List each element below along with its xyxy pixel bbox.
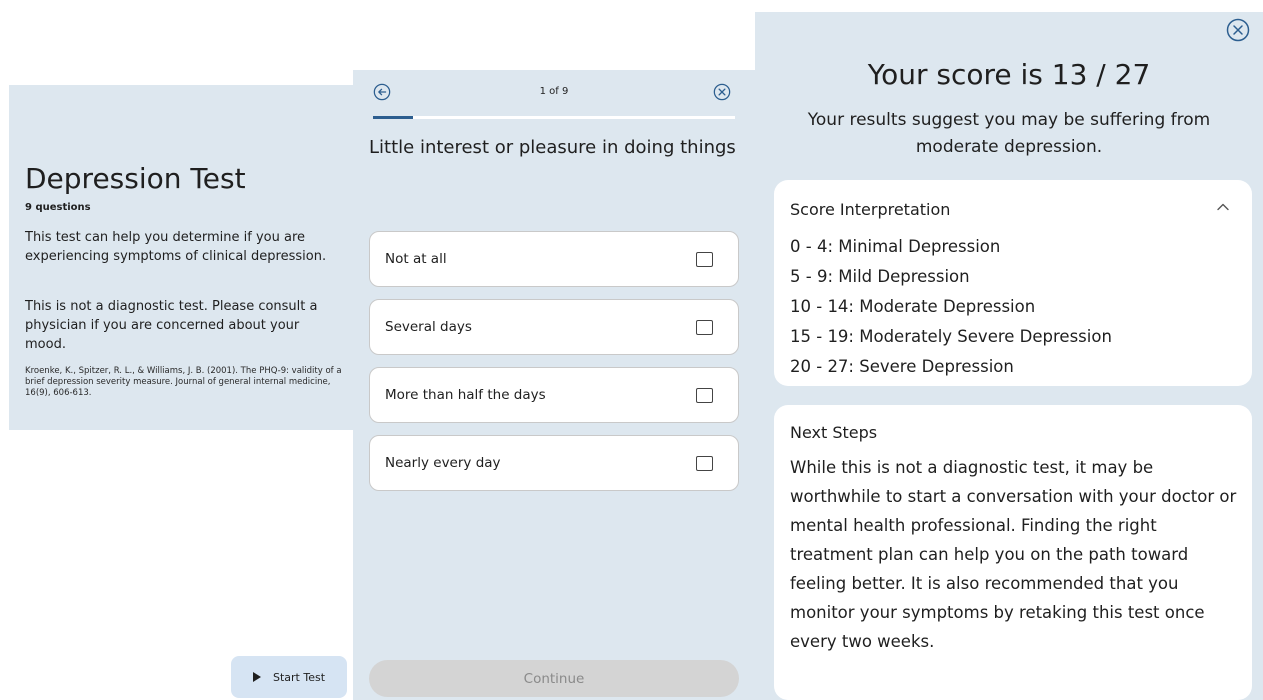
option-several-days[interactable]: Several days — [369, 299, 739, 355]
option-label: Nearly every day — [385, 455, 501, 471]
option-more-than-half[interactable]: More than half the days — [369, 367, 739, 423]
interpretation-list: 0 - 4: Minimal Depression 5 - 9: Mild De… — [790, 232, 1112, 382]
start-test-button[interactable]: Start Test — [231, 656, 347, 698]
interpretation-item: 20 - 27: Severe Depression — [790, 357, 1014, 376]
play-icon — [252, 672, 261, 682]
score-summary: Your results suggest you may be sufferin… — [807, 110, 1211, 157]
question-text: Little interest or pleasure in doing thi… — [369, 137, 736, 158]
interpretation-item: 5 - 9: Mild Depression — [790, 267, 970, 286]
next-steps-text: While this is not a diagnostic test, it … — [790, 458, 1237, 651]
checkbox[interactable] — [696, 251, 713, 267]
start-test-label: Start Test — [272, 670, 326, 684]
interpretation-item: 0 - 4: Minimal Depression — [790, 237, 1001, 256]
progress-fill — [373, 116, 414, 119]
question-count: 9 questions — [25, 202, 91, 213]
score-interpretation-title: Score Interpretation — [790, 200, 951, 219]
score-interpretation-card: Score Interpretation 0 - 4: Minimal Depr… — [774, 180, 1252, 386]
close-icon[interactable] — [713, 83, 731, 101]
intro-citation: Kroenke, K., Spitzer, R. L., & Williams,… — [25, 366, 342, 398]
next-steps-title: Next Steps — [790, 423, 878, 442]
close-icon[interactable] — [1226, 18, 1250, 42]
option-label: Not at all — [385, 251, 447, 267]
chevron-up-icon[interactable] — [1216, 202, 1230, 212]
checkbox[interactable] — [696, 387, 713, 403]
interpretation-item: 15 - 19: Moderately Severe Depression — [790, 327, 1112, 346]
progress-track — [373, 116, 735, 119]
checkbox[interactable] — [696, 319, 713, 335]
option-label: More than half the days — [385, 387, 546, 403]
checkbox[interactable] — [696, 455, 713, 471]
question-screen: 1 of 9 Little interest or pleasure in do… — [353, 0, 755, 700]
intro-title: Depression Test — [25, 162, 246, 195]
next-steps-card: Next Steps While this is not a diagnosti… — [774, 405, 1252, 700]
option-not-at-all[interactable]: Not at all — [369, 231, 739, 287]
option-label: Several days — [385, 319, 472, 335]
interpretation-item: 10 - 14: Moderate Depression — [790, 297, 1036, 316]
page-indicator: 1 of 9 — [539, 86, 569, 97]
results-screen: Your score is 13 / 27 Your results sugge… — [755, 12, 1263, 700]
option-nearly-every-day[interactable]: Nearly every day — [369, 435, 739, 491]
intro-screen: Depression Test 9 questions This test ca… — [9, 0, 353, 700]
continue-button[interactable]: Continue — [369, 660, 739, 697]
intro-disclaimer: This is not a diagnostic test. Please co… — [25, 299, 318, 352]
score-heading: Your score is 13 / 27 — [867, 58, 1151, 91]
intro-description: This test can help you determine if you … — [25, 230, 327, 264]
